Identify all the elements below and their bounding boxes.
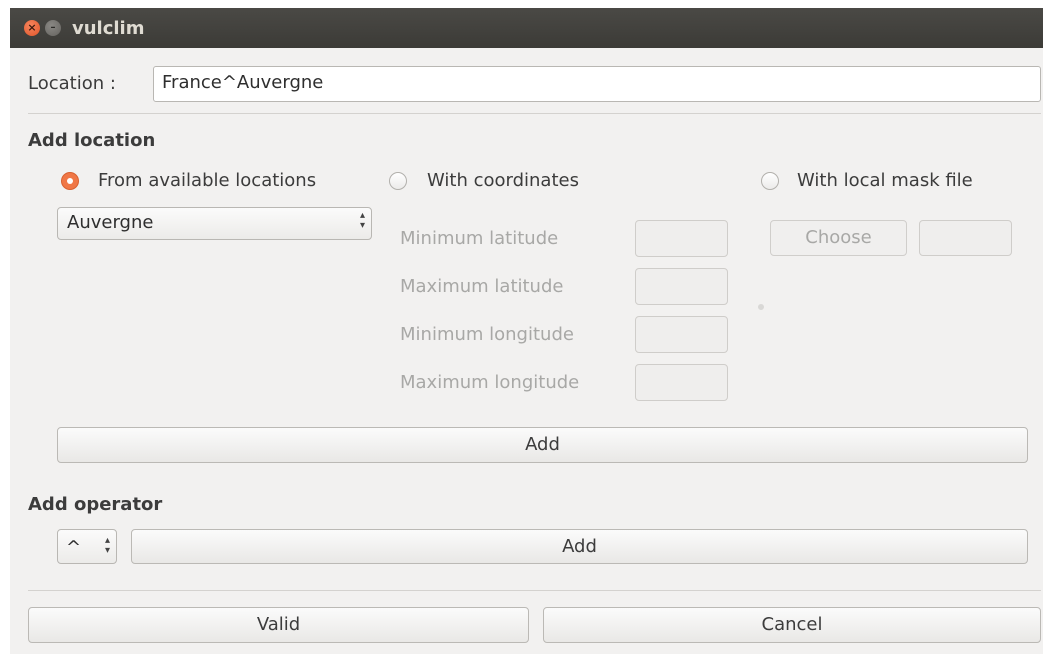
radio-available-locations[interactable]	[61, 172, 79, 190]
min-longitude-label: Minimum longitude	[400, 324, 574, 345]
location-label: Location :	[28, 73, 116, 94]
spin-arrows-icon: ▴ ▾	[359, 210, 365, 231]
separator	[28, 113, 1041, 114]
min-longitude-input[interactable]	[635, 316, 728, 353]
min-latitude-input[interactable]	[635, 220, 728, 257]
window-title: vulclim	[72, 18, 145, 39]
max-longitude-label: Maximum longitude	[400, 372, 580, 393]
add-operator-heading: Add operator	[28, 494, 163, 515]
cancel-button[interactable]: Cancel	[543, 607, 1041, 643]
add-location-button[interactable]: Add	[57, 427, 1028, 463]
radio-available-label[interactable]: From available locations	[98, 169, 316, 193]
operator-select-value: ^	[66, 537, 82, 558]
mask-file-field[interactable]	[919, 220, 1012, 256]
close-icon[interactable]: ×	[24, 20, 40, 36]
location-select[interactable]: Auvergne ▴ ▾	[57, 207, 372, 240]
location-input[interactable]: France^Auvergne	[153, 66, 1041, 102]
add-operator-button[interactable]: Add	[131, 529, 1028, 564]
max-longitude-input[interactable]	[635, 364, 728, 401]
radio-local-mask-file[interactable]	[761, 172, 779, 190]
operator-select[interactable]: ^ ▴ ▾	[57, 529, 117, 564]
minimize-icon[interactable]: –	[45, 20, 61, 36]
decorative-dot	[758, 304, 764, 310]
radio-with-coordinates[interactable]	[389, 172, 407, 190]
max-latitude-input[interactable]	[635, 268, 728, 305]
max-latitude-label: Maximum latitude	[400, 276, 564, 297]
title-bar: × – vulclim	[10, 8, 1043, 48]
valid-button[interactable]: Valid	[28, 607, 529, 643]
add-location-heading: Add location	[28, 130, 156, 151]
location-select-value: Auvergne	[67, 212, 154, 233]
spin-arrows-icon: ▴ ▾	[104, 535, 110, 556]
radio-coordinates-label[interactable]: With coordinates	[427, 169, 579, 193]
choose-button[interactable]: Choose	[770, 220, 907, 256]
separator	[28, 590, 1041, 591]
min-latitude-label: Minimum latitude	[400, 228, 559, 249]
radio-mask-label[interactable]: With local mask file	[797, 169, 973, 193]
